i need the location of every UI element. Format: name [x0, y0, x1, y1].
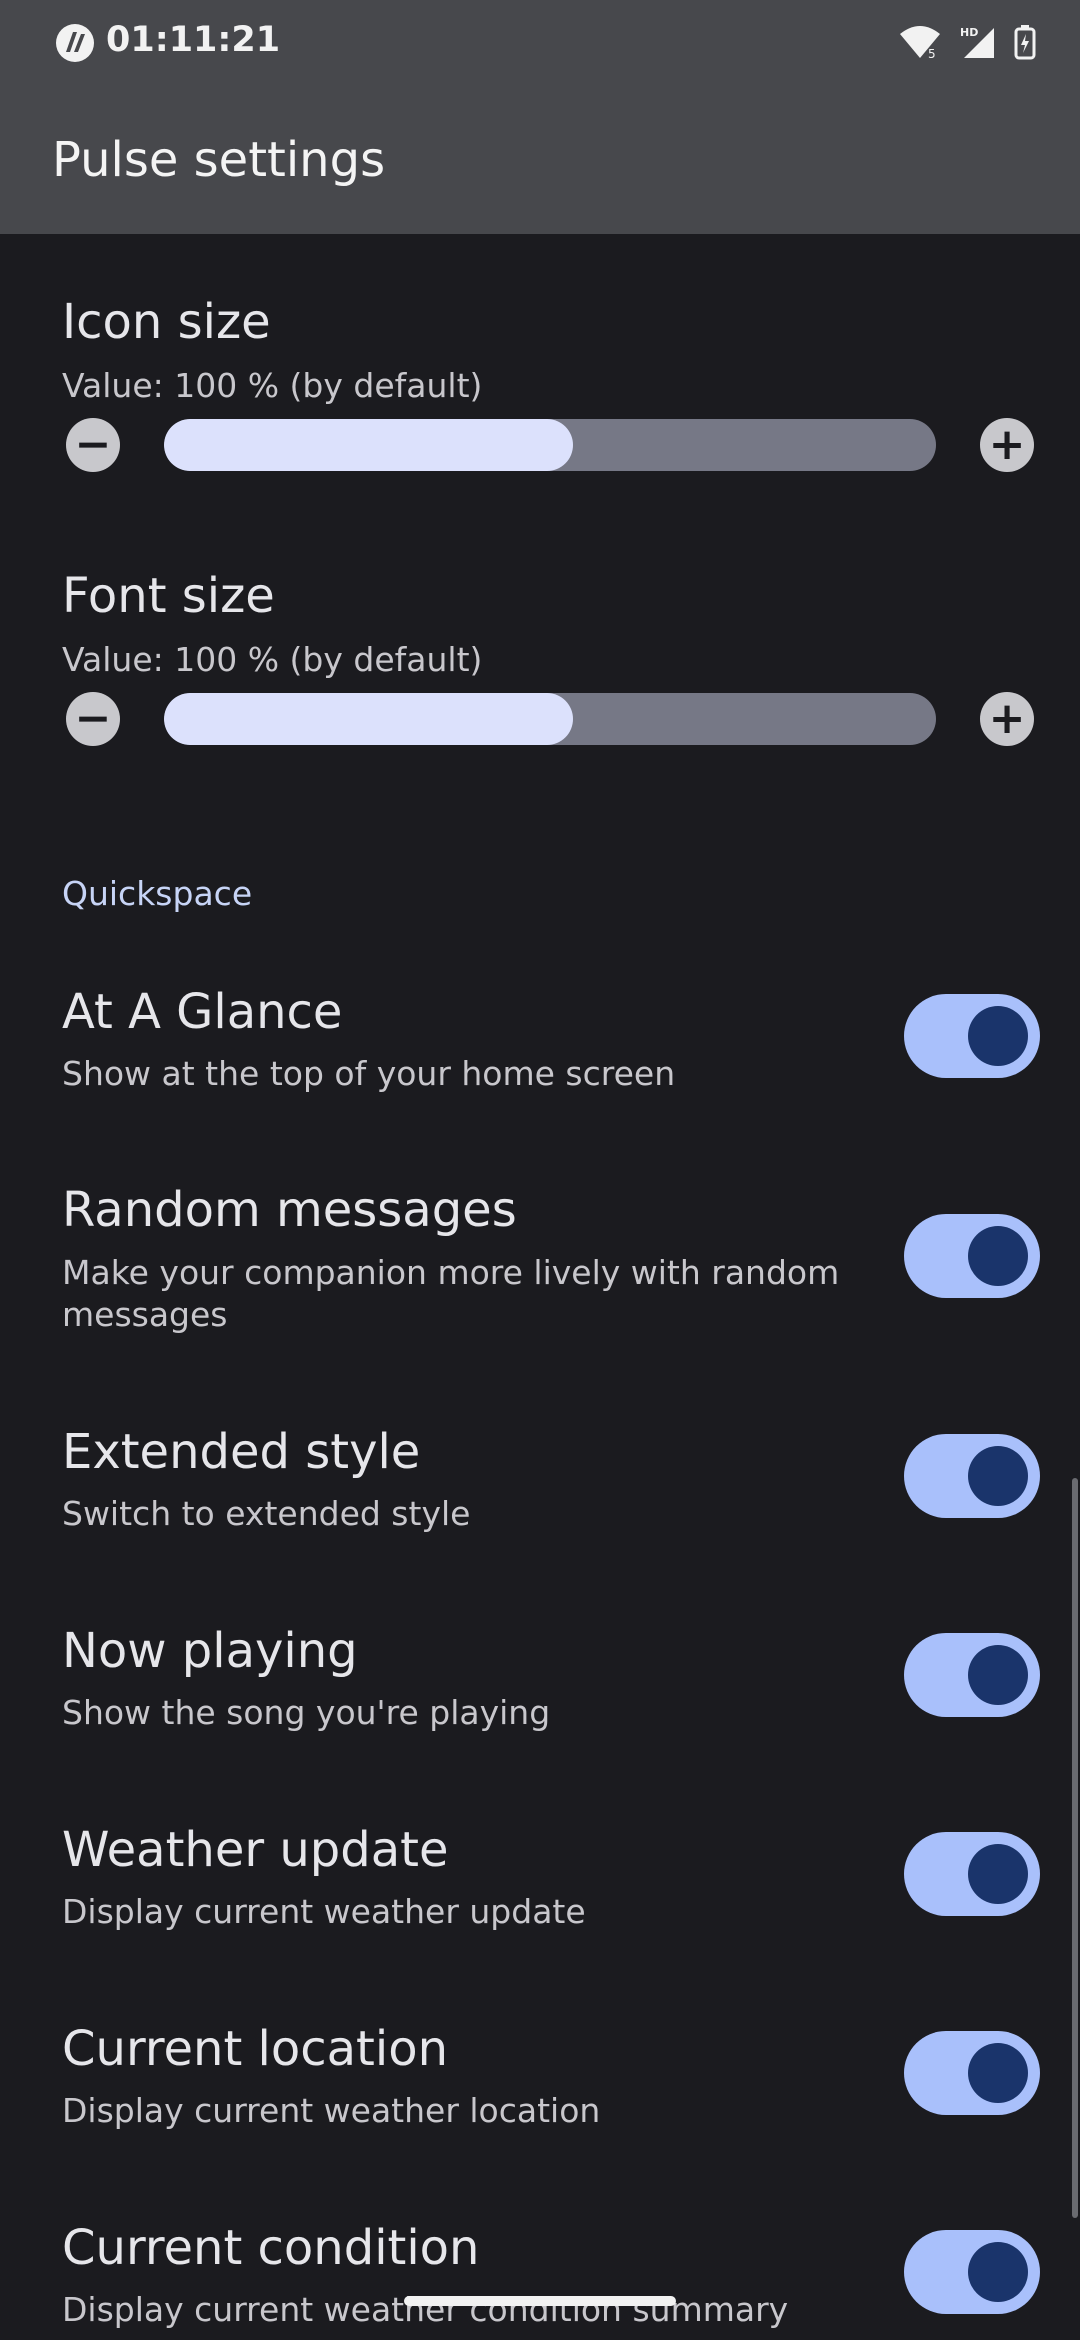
app-bar: Pulse settings	[0, 86, 1080, 234]
at-a-glance-switch[interactable]	[904, 994, 1040, 1078]
extended-style-title: Extended style	[62, 1424, 421, 1480]
now-playing-title: Now playing	[62, 1623, 358, 1679]
now-playing-switch[interactable]	[904, 1633, 1040, 1717]
current-location-preference[interactable]: Current location Display current weather…	[0, 2021, 1080, 2181]
extended-style-summary: Switch to extended style	[62, 1494, 471, 1533]
weather-update-preference[interactable]: Weather update Display current weather u…	[0, 1822, 1080, 1982]
current-condition-title: Current condition	[62, 2220, 480, 2276]
switch-thumb	[968, 2242, 1028, 2302]
font-size-preference: Font size Value: 100 % (by default) − +	[0, 568, 1080, 768]
svg-text:5: 5	[928, 47, 936, 60]
font-size-decrease-button[interactable]: −	[66, 692, 120, 746]
signal-hd-icon: HD	[960, 26, 994, 58]
switch-thumb	[968, 1446, 1028, 1506]
random-messages-preference[interactable]: Random messages Make your companion more…	[0, 1182, 1080, 1382]
switch-thumb	[968, 1645, 1028, 1705]
at-a-glance-title: At A Glance	[62, 984, 343, 1040]
weather-update-switch[interactable]	[904, 1832, 1040, 1916]
icon-size-title: Icon size	[62, 294, 271, 350]
svg-text:HD: HD	[960, 26, 978, 39]
icon-size-slider[interactable]	[164, 419, 936, 471]
current-location-switch[interactable]	[904, 2031, 1040, 2115]
weather-update-summary: Display current weather update	[62, 1892, 586, 1931]
switch-thumb	[968, 1844, 1028, 1904]
switch-thumb	[968, 1226, 1028, 1286]
page-title: Pulse settings	[52, 132, 386, 188]
gesture-nav-handle[interactable]	[404, 2296, 676, 2306]
now-playing-summary: Show the song you're playing	[62, 1693, 551, 1732]
switch-thumb	[968, 2043, 1028, 2103]
icon-size-preference: Icon size Value: 100 % (by default) − +	[0, 294, 1080, 494]
weather-update-title: Weather update	[62, 1822, 449, 1878]
icon-size-slider-fill	[164, 419, 574, 471]
current-condition-preference[interactable]: Current condition Display current weathe…	[0, 2220, 1080, 2340]
font-size-slider-fill	[164, 693, 574, 745]
current-location-title: Current location	[62, 2021, 448, 2077]
font-size-title: Font size	[62, 568, 275, 624]
app-logo-icon	[56, 24, 94, 62]
extended-style-preference[interactable]: Extended style Switch to extended style	[0, 1424, 1080, 1584]
random-messages-title: Random messages	[62, 1182, 517, 1238]
font-size-summary: Value: 100 % (by default)	[62, 640, 483, 679]
minus-icon: −	[74, 419, 112, 470]
switch-thumb	[968, 1006, 1028, 1066]
plus-icon: +	[988, 419, 1026, 470]
now-playing-preference[interactable]: Now playing Show the song you're playing	[0, 1623, 1080, 1783]
font-size-slider[interactable]	[164, 693, 936, 745]
random-messages-switch[interactable]	[904, 1214, 1040, 1298]
icon-size-increase-button[interactable]: +	[980, 418, 1034, 472]
settings-list[interactable]: Icon size Value: 100 % (by default) − + …	[0, 234, 1080, 2340]
scrollbar[interactable]	[1072, 1478, 1078, 2218]
at-a-glance-preference[interactable]: At A Glance Show at the top of your home…	[0, 984, 1080, 1144]
plus-icon: +	[988, 693, 1026, 744]
section-header-quickspace: Quickspace	[62, 874, 253, 913]
icon-size-summary: Value: 100 % (by default)	[62, 366, 483, 405]
font-size-increase-button[interactable]: +	[980, 692, 1034, 746]
at-a-glance-summary: Show at the top of your home screen	[62, 1054, 676, 1093]
extended-style-switch[interactable]	[904, 1434, 1040, 1518]
icon-size-decrease-button[interactable]: −	[66, 418, 120, 472]
wifi-icon: 5	[900, 26, 940, 60]
random-messages-summary: Make your companion more lively with ran…	[62, 1253, 840, 1334]
battery-charging-icon	[1014, 25, 1036, 60]
status-bar: 01:11:21 5 HD	[0, 0, 1080, 86]
minus-icon: −	[74, 693, 112, 744]
current-location-summary: Display current weather location	[62, 2091, 601, 2130]
current-condition-switch[interactable]	[904, 2230, 1040, 2314]
status-time: 01:11:21	[106, 20, 281, 60]
